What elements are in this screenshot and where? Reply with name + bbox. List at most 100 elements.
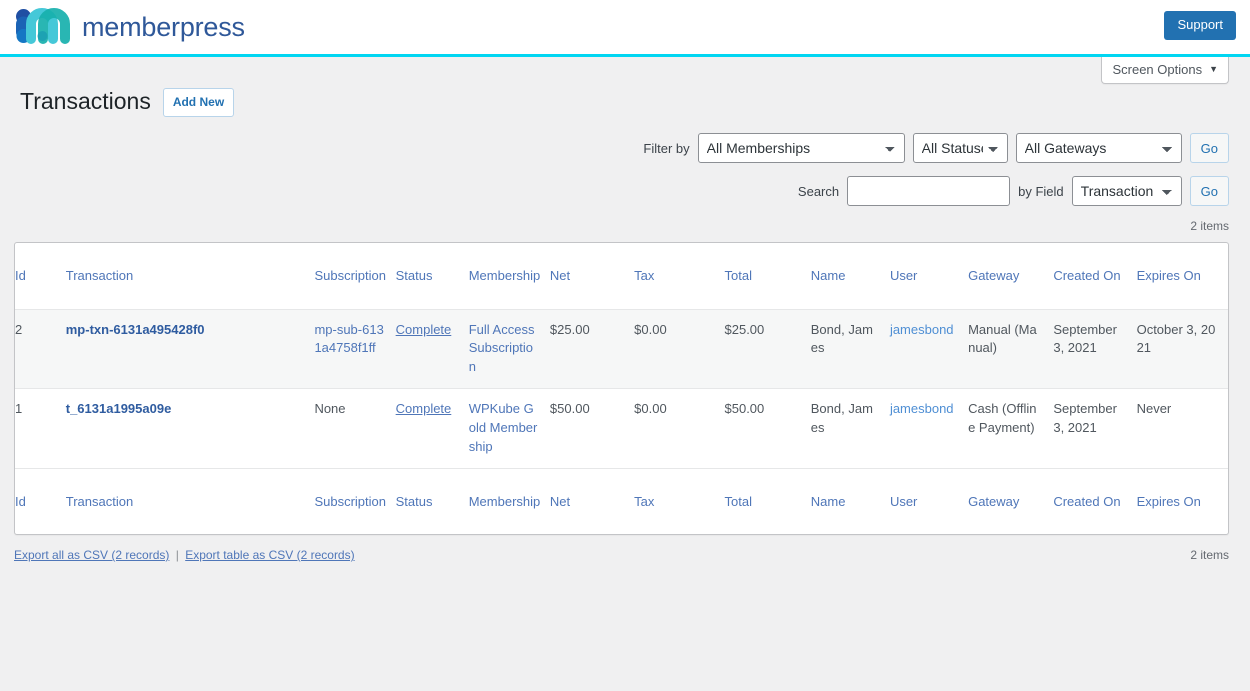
table-row: 2 mp-txn-6131a495428f0 mp-sub-6131a4758f… xyxy=(15,308,1228,389)
cell-created-on: September 3, 2021 xyxy=(1053,388,1137,469)
add-new-button[interactable]: Add New xyxy=(162,87,235,117)
filter-row-primary: Filter by All Memberships All Statuses A… xyxy=(21,133,1229,163)
footer-column-header-tax[interactable]: Tax xyxy=(634,467,725,535)
column-header-name[interactable]: Name xyxy=(811,243,890,309)
column-header-membership[interactable]: Membership xyxy=(469,243,550,309)
column-header-expires-on[interactable]: Expires On xyxy=(1137,243,1228,309)
by-field-label: by Field xyxy=(1018,183,1064,199)
table-body: 2 mp-txn-6131a495428f0 mp-sub-6131a4758f… xyxy=(15,308,1228,469)
search-label: Search xyxy=(797,183,840,199)
cell-net: $50.00 xyxy=(549,388,635,469)
filter-membership-select[interactable]: All Memberships xyxy=(697,133,905,163)
cell-gateway: Cash (Offline Payment) xyxy=(968,388,1054,469)
search-input[interactable] xyxy=(847,176,1011,206)
transactions-table-container: Id Transaction Subscription Status Membe… xyxy=(14,242,1229,536)
cell-id: 1 xyxy=(15,388,66,469)
footer-column-header-gateway[interactable]: Gateway xyxy=(968,467,1054,535)
caret-down-icon: ▼ xyxy=(1209,64,1218,74)
cell-user: jamesbond xyxy=(889,308,969,389)
column-header-user[interactable]: User xyxy=(890,243,968,309)
filter-by-label: Filter by xyxy=(643,140,690,156)
cell-tax: $0.00 xyxy=(634,308,725,389)
footer-column-header-user[interactable]: User xyxy=(889,467,969,535)
filter-go-button[interactable]: Go xyxy=(1189,133,1229,163)
status-link[interactable]: Complete xyxy=(396,322,452,337)
subscription-text: None xyxy=(314,401,346,417)
footer-column-header-name[interactable]: Name xyxy=(810,467,890,535)
items-count-bottom: 2 items xyxy=(1190,548,1229,563)
filter-row-search: Search by Field Transaction Go xyxy=(21,176,1229,206)
cell-total: $25.00 xyxy=(724,308,811,389)
screen-options-tab[interactable]: Screen Options ▼ xyxy=(1101,57,1229,84)
column-header-tax[interactable]: Tax xyxy=(634,243,724,309)
footer-column-header-membership[interactable]: Membership xyxy=(468,467,550,535)
footer-column-header-created-on[interactable]: Created On xyxy=(1053,467,1137,535)
table-row: 1 t_6131a1995a09e None Complete WPKube G… xyxy=(15,388,1228,469)
cell-name: Bond, James xyxy=(810,308,890,389)
cell-created-on: September 3, 2021 xyxy=(1053,308,1137,389)
column-header-id[interactable]: Id xyxy=(15,243,66,309)
title-row: Transactions Add New xyxy=(0,85,1250,119)
cell-tax: $0.00 xyxy=(634,388,725,469)
footer-column-header-transaction[interactable]: Transaction xyxy=(65,467,315,535)
table-header-row: Id Transaction Subscription Status Membe… xyxy=(15,243,1228,309)
cell-expires-on: Never xyxy=(1136,388,1228,469)
cell-gateway: Manual (Manual) xyxy=(968,308,1054,389)
filter-area: Filter by All Memberships All Statuses A… xyxy=(0,133,1250,206)
footer-column-header-expires-on[interactable]: Expires On xyxy=(1136,467,1228,535)
export-links-separator: | xyxy=(175,548,179,563)
column-header-transaction[interactable]: Transaction xyxy=(66,243,315,309)
brand-logo[interactable]: memberpress xyxy=(14,7,245,47)
screen-options-label: Screen Options xyxy=(1112,62,1203,77)
export-all-csv-link[interactable]: Export all as CSV (2 records) xyxy=(14,548,169,562)
footer-column-header-net[interactable]: Net xyxy=(549,467,635,535)
membership-link[interactable]: Full Access Subscription xyxy=(469,322,535,375)
cell-status: Complete xyxy=(395,388,469,469)
cell-net: $25.00 xyxy=(549,308,635,389)
table-footer: Export all as CSV (2 records) | Export t… xyxy=(14,548,1229,562)
column-header-gateway[interactable]: Gateway xyxy=(968,243,1053,309)
footer-column-header-total[interactable]: Total xyxy=(724,467,811,535)
memberpress-m-logo-icon xyxy=(16,8,70,44)
cell-transaction: t_6131a1995a09e xyxy=(65,388,315,469)
page-title: Transactions xyxy=(20,88,151,115)
export-links: Export all as CSV (2 records) | Export t… xyxy=(14,548,355,562)
search-go-button[interactable]: Go xyxy=(1189,176,1229,206)
transactions-table: Id Transaction Subscription Status Membe… xyxy=(15,243,1228,535)
brand-wordmark: memberpress xyxy=(82,11,245,42)
screen-meta-bar: Screen Options ▼ xyxy=(0,57,1250,89)
cell-user: jamesbond xyxy=(889,388,969,469)
support-button[interactable]: Support xyxy=(1164,11,1236,40)
table-head: Id Transaction Subscription Status Membe… xyxy=(15,243,1228,309)
cell-membership: WPKube Gold Membership xyxy=(468,388,550,469)
column-header-net[interactable]: Net xyxy=(550,243,634,309)
table-footer-row: Id Transaction Subscription Status Membe… xyxy=(15,467,1228,535)
cell-subscription: None xyxy=(314,388,396,469)
subscription-link[interactable]: mp-sub-6131a4758f1ff xyxy=(314,322,383,356)
transaction-link[interactable]: mp-txn-6131a495428f0 xyxy=(66,322,205,337)
items-count-top: 2 items xyxy=(1190,219,1229,233)
footer-column-header-subscription[interactable]: Subscription xyxy=(314,467,396,535)
status-link[interactable]: Complete xyxy=(396,401,452,416)
column-header-subscription[interactable]: Subscription xyxy=(314,243,395,309)
cell-status: Complete xyxy=(395,308,469,389)
user-link[interactable]: jamesbond xyxy=(890,401,954,416)
brand-header: memberpress Support xyxy=(0,0,1250,57)
column-header-status[interactable]: Status xyxy=(396,243,469,309)
transaction-link[interactable]: t_6131a1995a09e xyxy=(66,401,172,416)
table-foot: Id Transaction Subscription Status Membe… xyxy=(15,467,1228,535)
cell-membership: Full Access Subscription xyxy=(468,308,550,389)
footer-column-header-id[interactable]: Id xyxy=(15,467,66,535)
search-field-select[interactable]: Transaction xyxy=(1071,176,1182,206)
cell-name: Bond, James xyxy=(810,388,890,469)
column-header-created-on[interactable]: Created On xyxy=(1053,243,1136,309)
filter-status-select[interactable]: All Statuses xyxy=(912,133,1008,163)
footer-column-header-status[interactable]: Status xyxy=(395,467,469,535)
membership-link[interactable]: WPKube Gold Membership xyxy=(469,401,538,454)
cell-total: $50.00 xyxy=(724,388,811,469)
user-link[interactable]: jamesbond xyxy=(890,322,954,337)
filter-gateway-select[interactable]: All Gateways xyxy=(1015,133,1182,163)
column-header-total[interactable]: Total xyxy=(725,243,811,309)
export-table-csv-link[interactable]: Export table as CSV (2 records) xyxy=(185,548,354,562)
cell-expires-on: October 3, 2021 xyxy=(1136,308,1228,389)
